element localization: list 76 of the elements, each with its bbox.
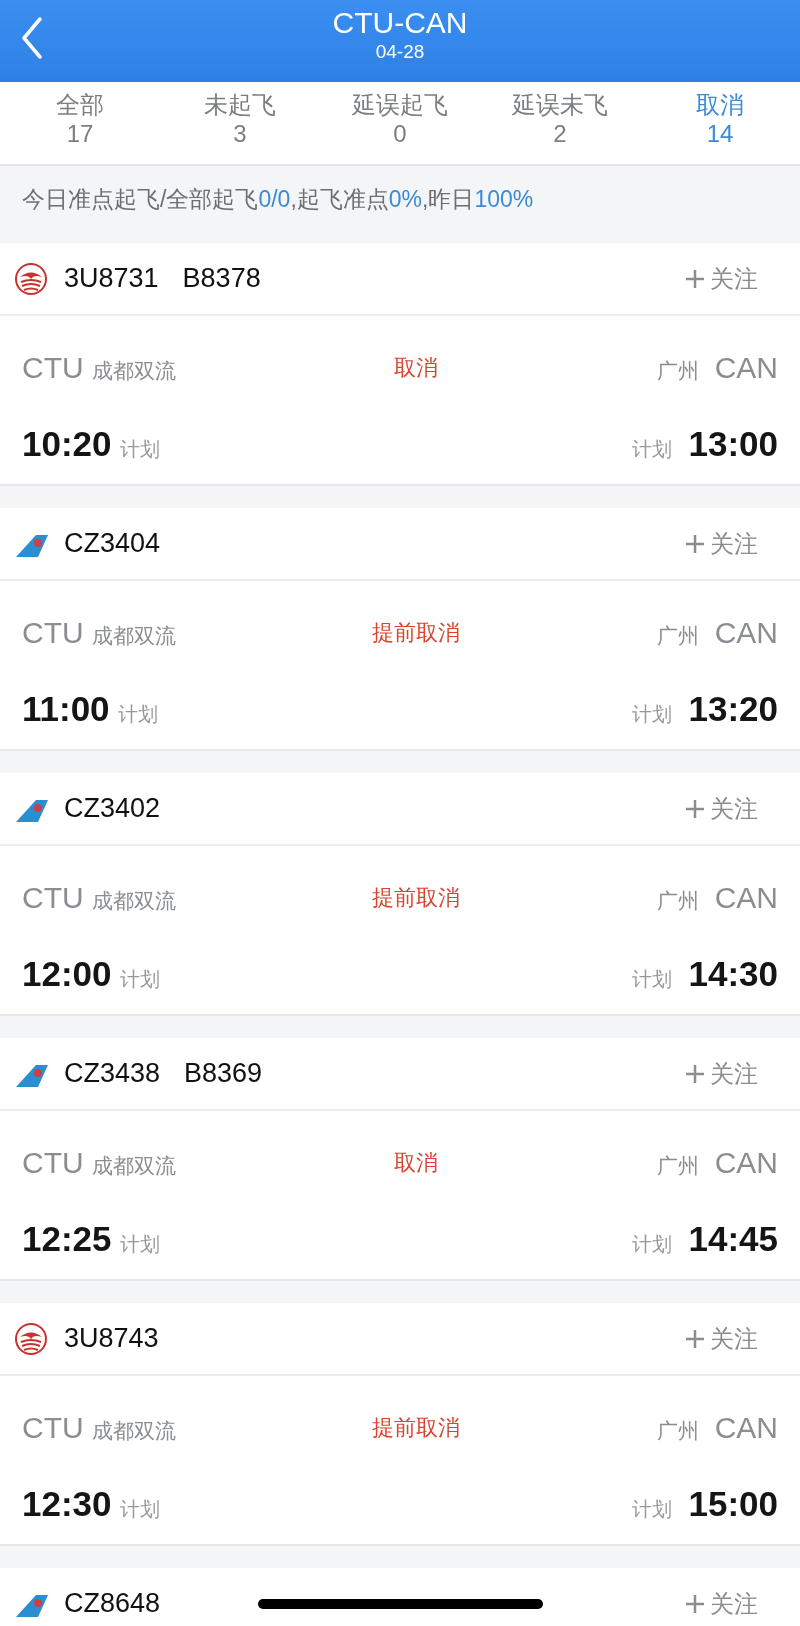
plus-icon (684, 797, 706, 820)
punctuality-summary: 今日准点起飞/全部起飞0/0,起飞准点0%,昨日 100% (22, 186, 534, 212)
arrival-time: 13:00 (688, 423, 778, 465)
city-name: 广州 (656, 1417, 699, 1444)
follow-button[interactable]: 关注 (684, 525, 758, 562)
schedule-label: 计划 (632, 1497, 673, 1522)
arrival-time: 14:30 (688, 953, 778, 995)
airport-code: CAN (714, 349, 778, 386)
schedule-label: 计划 (632, 702, 673, 727)
back-icon[interactable] (20, 16, 44, 60)
flight-number: 3U8731 (64, 262, 159, 296)
departure-time: 12:25 (22, 1218, 112, 1260)
airport-code: CAN (714, 614, 778, 651)
schedule-label: 计划 (119, 967, 160, 992)
departure-time: 12:00 (22, 953, 112, 995)
plus-icon (684, 532, 706, 555)
city-name: 广州 (656, 1152, 699, 1179)
schedule-label: 计划 (632, 1232, 673, 1257)
flight-status: 取消 (394, 354, 439, 380)
plus-icon (684, 1592, 706, 1615)
flight-status: 取消 (394, 1149, 439, 1175)
airport-code: CTU (22, 1144, 84, 1181)
bird-logo-icon (14, 261, 48, 296)
airport-code: CAN (714, 1409, 778, 1446)
schedule-label: 计划 (119, 1497, 160, 1522)
aircraft-registration: B8369 (184, 1057, 263, 1091)
airport-code: CTU (22, 879, 84, 916)
flight-number: CZ3438 (64, 1057, 161, 1091)
filter-tab[interactable]: 未起飞 3 (160, 82, 320, 164)
schedule-label: 计划 (119, 437, 160, 462)
follow-button[interactable]: 关注 (684, 790, 758, 827)
flight-status: 提前取消 (372, 884, 461, 910)
airport-code: CTU (22, 1409, 84, 1446)
departure-time: 11:00 (22, 688, 110, 730)
airport-name: 成都双流 (91, 622, 176, 649)
page-title: CTU-CAN (332, 5, 468, 40)
airport-code: CAN (714, 1144, 778, 1181)
arrival-time: 13:20 (688, 688, 778, 730)
airport-name: 成都双流 (91, 1417, 176, 1444)
filter-tab[interactable]: 延误起飞 0 (320, 82, 480, 164)
plus-icon (684, 267, 706, 290)
flight-number: CZ8648 (64, 1587, 161, 1621)
schedule-label: 计划 (632, 967, 673, 992)
flight-number: 3U8743 (64, 1322, 159, 1356)
airport-name: 成都双流 (91, 1152, 176, 1179)
bird-logo-icon (14, 1321, 48, 1356)
filter-tab[interactable]: 全部 17 (0, 82, 160, 164)
flight-number: CZ3402 (64, 792, 161, 826)
aircraft-registration: B8378 (182, 262, 261, 296)
airport-code: CTU (22, 349, 84, 386)
schedule-label: 计划 (117, 702, 158, 727)
city-name: 广州 (656, 622, 699, 649)
city-name: 广州 (656, 887, 699, 914)
follow-button[interactable]: 关注 (684, 260, 758, 297)
plus-icon (684, 1327, 706, 1350)
airport-code: CTU (22, 614, 84, 651)
departure-time: 12:30 (22, 1483, 112, 1525)
airport-name: 成都双流 (91, 887, 176, 914)
follow-button[interactable]: 关注 (684, 1055, 758, 1092)
airport-code: CAN (714, 879, 778, 916)
filter-tab[interactable]: 延误未飞 2 (480, 82, 640, 164)
airport-name: 成都双流 (91, 357, 176, 384)
date-label: 04-28 (375, 40, 425, 64)
departure-time: 10:20 (22, 423, 112, 465)
flight-number: CZ3404 (64, 527, 161, 561)
flight-status: 提前取消 (372, 619, 461, 645)
arrival-time: 15:00 (688, 1483, 778, 1525)
schedule-label: 计划 (632, 437, 673, 462)
city-name: 广州 (656, 357, 699, 384)
follow-button[interactable]: 关注 (684, 1585, 758, 1622)
filter-tab[interactable]: 取消 14 (640, 82, 800, 164)
follow-button[interactable]: 关注 (684, 1320, 758, 1357)
flight-status: 提前取消 (372, 1414, 461, 1440)
plus-icon (684, 1062, 706, 1085)
schedule-label: 计划 (119, 1232, 160, 1257)
arrival-time: 14:45 (688, 1218, 778, 1260)
